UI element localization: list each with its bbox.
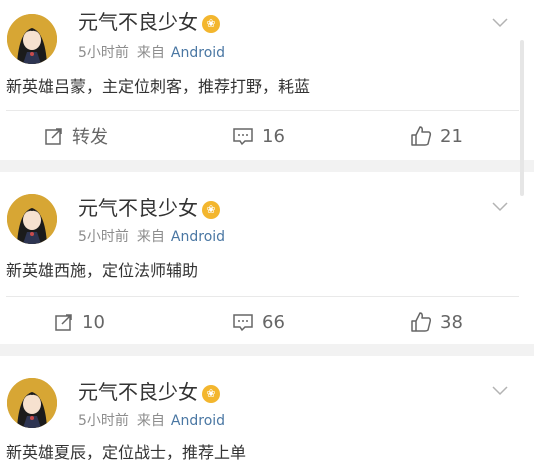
like-count: 21	[440, 125, 463, 147]
action-divider	[6, 110, 519, 111]
post-content: 新英雄西施，定位法师辅助	[6, 261, 199, 280]
like-count: 38	[440, 311, 463, 333]
username[interactable]: 元气不良少女 ❀	[78, 196, 220, 220]
post-time: 5小时前	[78, 413, 129, 429]
scrollbar[interactable]	[520, 40, 524, 196]
like-button[interactable]: 38	[410, 309, 463, 335]
repost-icon	[55, 314, 72, 331]
member-badge-icon: ❀	[202, 385, 220, 403]
avatar[interactable]	[7, 14, 57, 64]
avatar[interactable]	[7, 378, 57, 428]
member-badge-icon: ❀	[202, 15, 220, 33]
comment-count: 66	[262, 311, 285, 333]
post-time: 5小时前	[78, 45, 129, 61]
post-meta: 5小时前 来自 Android	[78, 44, 225, 62]
repost-count: 10	[82, 311, 105, 333]
post-divider	[0, 160, 534, 172]
repost-label: 转发	[72, 127, 108, 148]
chevron-down-icon[interactable]	[492, 18, 508, 28]
chevron-down-icon[interactable]	[492, 386, 508, 396]
chevron-down-icon[interactable]	[492, 202, 508, 212]
post-content: 新英雄吕蒙，主定位刺客，推荐打野，耗蓝	[6, 77, 311, 96]
username[interactable]: 元气不良少女 ❀	[78, 380, 220, 404]
post-card-3: 元气不良少女 ❀ 5小时前 来自 Android 新英雄夏辰，定位战士，推荐上单	[0, 356, 534, 472]
post-source[interactable]: Android	[171, 45, 225, 61]
comment-icon	[233, 314, 253, 332]
post-source[interactable]: Android	[171, 229, 225, 245]
post-source[interactable]: Android	[171, 413, 225, 429]
avatar[interactable]	[7, 194, 57, 244]
comment-button[interactable]: 16	[232, 123, 285, 149]
comment-count: 16	[262, 125, 285, 147]
like-icon	[411, 312, 432, 332]
post-meta: 5小时前 来自 Android	[78, 412, 225, 430]
member-badge-icon: ❀	[202, 201, 220, 219]
repost-button[interactable]: 10	[54, 309, 105, 335]
from-label: 来自	[136, 229, 165, 245]
post-time: 5小时前	[78, 229, 129, 245]
post-content: 新英雄夏辰，定位战士，推荐上单	[6, 443, 247, 462]
username[interactable]: 元气不良少女 ❀	[78, 10, 220, 34]
action-divider	[6, 296, 519, 297]
post-divider	[0, 344, 534, 356]
from-label: 来自	[136, 45, 165, 61]
comment-icon	[233, 128, 253, 146]
comment-button[interactable]: 66	[232, 309, 285, 335]
repost-icon	[45, 128, 62, 145]
repost-button[interactable]: 转发	[44, 123, 108, 149]
from-label: 来自	[136, 413, 165, 429]
post-meta: 5小时前 来自 Android	[78, 228, 225, 246]
post-card-2: 元气不良少女 ❀ 5小时前 来自 Android 新英雄西施，定位法师辅助 10 66…	[0, 172, 534, 344]
post-card-1: 元气不良少女 ❀ 5小时前 来自 Android 新英雄吕蒙，主定位刺客，推荐打野，耗…	[0, 0, 534, 160]
like-button[interactable]: 21	[410, 123, 463, 149]
like-icon	[411, 126, 432, 146]
